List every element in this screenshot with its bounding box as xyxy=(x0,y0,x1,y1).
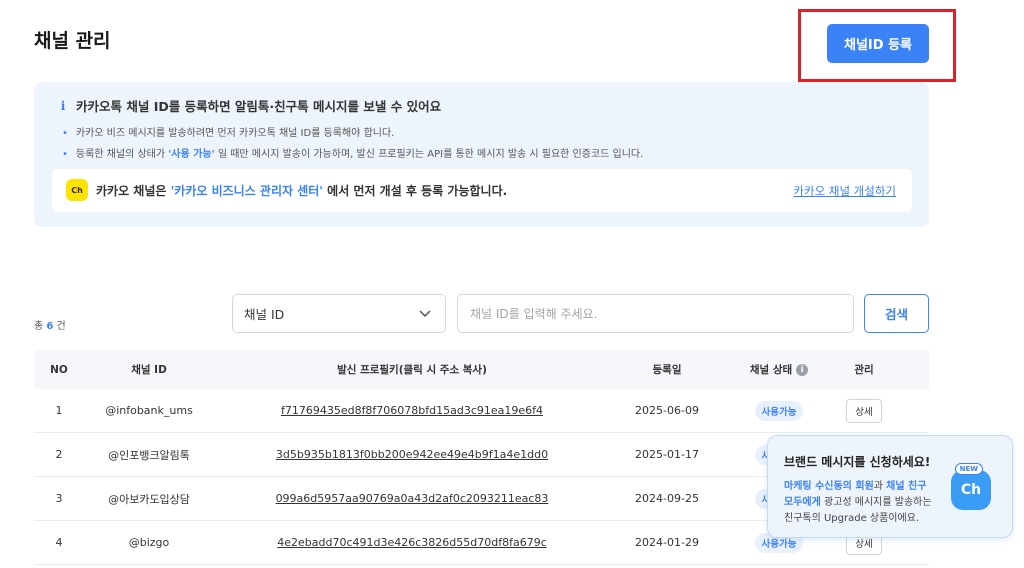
header-date: 등록일 xyxy=(652,364,682,376)
promo-highlight: 모두에게 xyxy=(784,497,821,508)
detail-button[interactable]: 상세 xyxy=(846,398,882,423)
info-bullet-text: 등록한 채널의 상태가 xyxy=(75,149,169,160)
cell-no: 2 xyxy=(55,448,63,461)
cell-date: 2025-01-17 xyxy=(635,448,699,461)
brand-message-promo[interactable]: 브랜드 메시지를 신청하세요! 마케팅 수신동의 회원과 채널 친구 모두에게 … xyxy=(767,435,1013,538)
search-button[interactable]: 검색 xyxy=(864,294,929,333)
channel-id-search-input[interactable] xyxy=(457,294,854,333)
status-highlight: '사용 가능' xyxy=(168,149,215,160)
cell-channel-id: @아보카도입상담 xyxy=(108,492,190,506)
info-bullet: 등록한 채널의 상태가 '사용 가능' 일 때만 메시지 발송이 가능하며, 발… xyxy=(62,145,643,160)
kakao-channel-icon: Ch xyxy=(66,179,88,201)
search-type-select[interactable]: 채널 ID xyxy=(232,294,446,333)
promo-text: 광고성 메시지를 발송하는 xyxy=(820,497,932,508)
open-kakao-channel-link[interactable]: 카카오 채널 개설하기 xyxy=(793,183,896,199)
cell-no: 1 xyxy=(55,404,63,417)
promo-line: 마케팅 수신동의 회원과 채널 친구 xyxy=(784,477,926,492)
header-status-label: 채널 상태 xyxy=(749,364,793,376)
header-manage: 관리 xyxy=(854,364,874,376)
promo-highlight: 채널 친구 xyxy=(886,481,927,492)
cell-channel-id: @infobank_ums xyxy=(105,404,193,417)
info-bullet: 카카오 비즈 메시지를 발송하려면 먼저 카카오톡 채널 ID를 등록해야 합니… xyxy=(62,124,394,139)
select-value: 채널 ID xyxy=(244,307,285,322)
cell-no: 3 xyxy=(55,492,63,505)
promo-highlight: 마케팅 수신동의 회원 xyxy=(784,481,874,492)
header-channel-id: 채널 ID xyxy=(131,364,167,376)
status-badge: 사용가능 xyxy=(754,400,804,421)
header-sender-key: 발신 프로필키(클릭 시 주소 복사) xyxy=(337,364,487,376)
promo-line: 모두에게 광고성 메시지를 발송하는 xyxy=(784,493,932,508)
help-icon[interactable]: i xyxy=(796,363,809,376)
cell-date: 2025-06-09 xyxy=(635,404,699,417)
header-no: NO xyxy=(50,363,68,376)
channel-icon: Ch xyxy=(951,470,991,510)
kakao-notice: Ch 카카오 채널은 '카카오 비즈니스 관리자 센터' 에서 먼저 개설 후 … xyxy=(52,169,912,212)
total-unit: 건 xyxy=(53,321,66,332)
header-status: 채널 상태 i xyxy=(724,362,834,377)
kakao-text: 카카오 채널은 xyxy=(96,184,171,198)
promo-title: 브랜드 메시지를 신청하세요! xyxy=(784,455,931,469)
total-label: 총 xyxy=(34,321,47,332)
cell-channel-id: @인포뱅크알림톡 xyxy=(108,448,190,462)
info-icon: i xyxy=(60,98,66,113)
info-bullet-text: 일 때만 메시지 발송이 가능하며, 발신 프로필키는 API를 통한 메시지 … xyxy=(214,149,644,160)
cell-sender-key[interactable]: 4e2ebadd70c491d3e426c3826d55d70df8fa679c xyxy=(214,536,610,549)
promo-line: 친구톡의 Upgrade 상품이에요. xyxy=(784,513,920,524)
kakao-highlight: '카카오 비즈니스 관리자 센터' xyxy=(170,184,323,198)
register-channel-button[interactable]: 채널ID 등록 xyxy=(827,24,929,63)
total-count: 총 6 건 xyxy=(34,317,66,332)
table-header: NO 채널 ID 발신 프로필키(클릭 시 주소 복사) 등록일 채널 상태 i … xyxy=(34,350,929,389)
cell-sender-key[interactable]: 3d5b935b1813f0bb200e942ee49e4b9f1a4e1dd0 xyxy=(214,448,610,461)
cell-date: 2024-01-29 xyxy=(635,536,699,549)
chevron-down-icon xyxy=(419,310,431,318)
kakao-notice-text: 카카오 채널은 '카카오 비즈니스 관리자 센터' 에서 먼저 개설 후 등록 … xyxy=(96,182,507,199)
cell-status: 사용가능 xyxy=(724,400,834,421)
info-title: 카카오톡 채널 ID를 등록하면 알림톡·친구톡 메시지를 보낼 수 있어요 xyxy=(76,99,442,114)
kakao-text: 에서 먼저 개설 후 등록 가능합니다. xyxy=(322,184,508,198)
cell-manage: 상세 xyxy=(834,398,894,423)
info-panel: i 카카오톡 채널 ID를 등록하면 알림톡·친구톡 메시지를 보낼 수 있어요… xyxy=(34,82,929,227)
cell-channel-id: @bizgo xyxy=(128,536,170,549)
info-header: i 카카오톡 채널 ID를 등록하면 알림톡·친구톡 메시지를 보낼 수 있어요 xyxy=(56,96,441,115)
new-badge: NEW xyxy=(954,463,983,475)
cell-sender-key[interactable]: 099a6d5957aa90769a0a43d2af0c2093211eac83 xyxy=(214,492,610,505)
info-bullet-text: 카카오 비즈 메시지를 발송하려면 먼저 카카오톡 채널 ID를 등록해야 합니… xyxy=(75,128,395,139)
promo-text: 과 xyxy=(873,481,887,492)
cell-sender-key[interactable]: f71769435ed8f8f706078bfd15ad3c91ea19e6f4 xyxy=(214,404,610,417)
cell-no: 4 xyxy=(55,536,63,549)
cell-date: 2024-09-25 xyxy=(635,492,699,505)
page-title: 채널 관리 xyxy=(34,30,111,52)
table-row: 1 @infobank_ums f71769435ed8f8f706078bfd… xyxy=(34,389,929,433)
